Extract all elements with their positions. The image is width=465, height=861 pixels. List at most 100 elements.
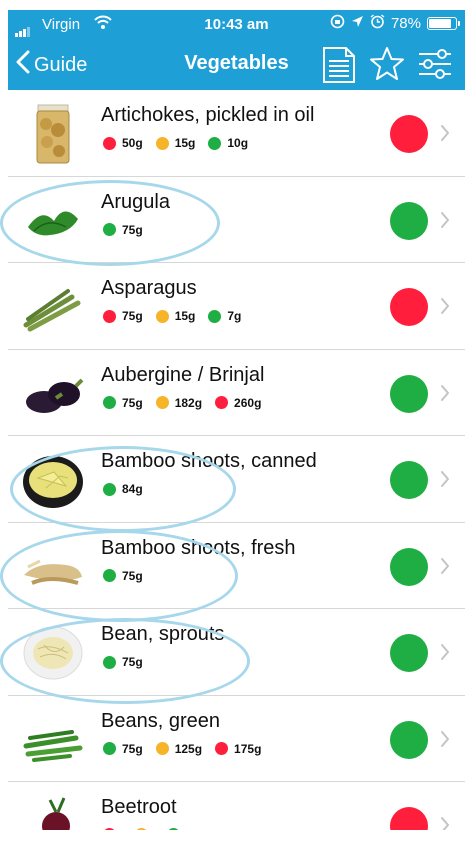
chevron-right-icon [440,557,450,580]
list-item[interactable]: Artichokes, pickled in oil 50g 15g 10g [8,90,465,177]
green-portion-dot [208,136,222,150]
list-item[interactable]: Bamboo shoots, canned 84g [8,436,465,523]
portion-entry: 125g [155,741,203,756]
status-bar: Virgin 10:43 am 78% [8,10,465,40]
green-status-indicator [390,634,428,672]
star-favorite-icon[interactable] [369,46,405,89]
item-name: Asparagus [101,277,197,299]
bean-sprouts-image [20,623,86,683]
green-status-indicator [390,720,428,759]
portion-entry: 75g [103,655,143,669]
portion-amount: 182g [174,395,203,410]
green-status-indicator [390,201,428,240]
document-icon[interactable] [321,46,357,89]
red-portion-dot [103,309,116,323]
green-portion-dot [167,828,180,830]
battery-icon [427,17,460,30]
portion-entry: 175g [215,742,261,756]
amber-portion-dot [155,309,169,323]
filter-sliders-icon[interactable] [417,46,453,89]
green-portion-dot [103,655,116,669]
portion-sizes: 75g [103,655,143,669]
item-name: Bean, sprouts [101,623,225,645]
item-name: Bamboo shoots, canned [101,450,317,472]
list-item[interactable]: Beetroot [8,782,465,830]
portion-entry: 75g [103,223,143,237]
portion-entry: 50g [103,136,143,150]
green-status-indicator [390,374,428,413]
red-status-indicator [390,288,428,326]
navigation-bar: Guide Vegetables [8,40,465,90]
portion-entry: 7g [208,309,241,323]
item-name: Bamboo shoots, fresh [101,536,296,559]
portion-entry: 75g [103,742,143,756]
item-name: Beans, green [101,709,220,732]
alarm-clock-icon [370,14,385,33]
portion-amount: 50g [122,136,143,150]
red-portion-dot [103,828,116,830]
item-name: Artichokes, pickled in oil [101,104,315,126]
portion-entry: 75g [103,396,143,410]
chevron-right-icon [440,643,450,666]
battery-percent: 78% [390,15,421,32]
portion-amount: 15g [174,136,196,150]
portion-amount: 125g [174,741,203,756]
green-portion-dot [103,742,116,755]
portion-sizes: 75g 182g 260g [103,396,261,410]
portion-entry: 10g [208,136,248,150]
portion-amount: 75g [122,309,143,323]
green-portion-dot [103,396,116,409]
list-item[interactable]: Arugula 75g [8,177,465,263]
amber-portion-dot [155,742,169,755]
list-item[interactable]: Aubergine / Brinjal 75g 182g 260g [8,350,465,436]
vegetable-list[interactable]: Artichokes, pickled in oil 50g 15g 10g Arugu… [8,90,465,830]
list-item[interactable]: Beans, green 75g 125g 175g [8,696,465,782]
portion-entry: 84g [103,482,143,496]
location-arrow-icon [351,15,364,32]
asparagus-image [20,277,86,337]
portion-amount: 75g [122,222,143,237]
green-portion-dot [208,309,222,323]
list-item[interactable]: Bean, sprouts 75g [8,609,465,696]
beetroot-image [20,796,86,830]
chevron-right-icon [440,124,450,147]
portion-amount: 7g [227,309,242,323]
portion-amount: 84g [122,482,143,496]
portion-amount: 175g [234,741,262,756]
portion-sizes: 75g 15g 7g [103,309,241,323]
chevron-right-icon [440,384,450,407]
portion-sizes [103,828,186,830]
amber-portion-dot [155,396,169,409]
chevron-right-icon [440,211,450,234]
red-status-indicator [390,115,428,153]
green-portion-dot [103,223,116,236]
green-portion-dot [103,482,116,496]
list-item[interactable]: Asparagus 75g 15g 7g [8,263,465,350]
portion-entry: 75g [103,309,143,323]
portion-entry: 182g [155,395,203,410]
portion-entry: 260g [215,396,261,410]
portion-amount: 260g [234,395,262,410]
item-name: Arugula [101,190,170,213]
red-status-indicator [390,807,428,830]
portion-sizes: 84g [103,482,143,496]
green-status-indicator [390,547,428,586]
screen-rotation-lock-icon [330,14,345,33]
chevron-right-icon [440,470,450,493]
pickled-artichoke-jar-image [20,104,86,164]
portion-amount: 10g [227,136,249,150]
chevron-right-icon [440,730,450,753]
portion-entry [167,828,186,830]
portion-sizes: 75g 125g 175g [103,742,261,756]
item-name: Aubergine / Brinjal [101,363,265,386]
amber-portion-dot [135,828,148,830]
portion-amount: 15g [174,309,196,323]
portion-amount: 75g [122,568,143,583]
portion-entry [135,828,154,830]
green-beans-image [20,710,86,770]
portion-sizes: 50g 15g 10g [103,136,248,150]
amber-portion-dot [155,136,169,150]
list-item[interactable]: Bamboo shoots, fresh 75g [8,523,465,609]
red-portion-dot [103,136,116,150]
portion-amount: 75g [122,655,143,669]
